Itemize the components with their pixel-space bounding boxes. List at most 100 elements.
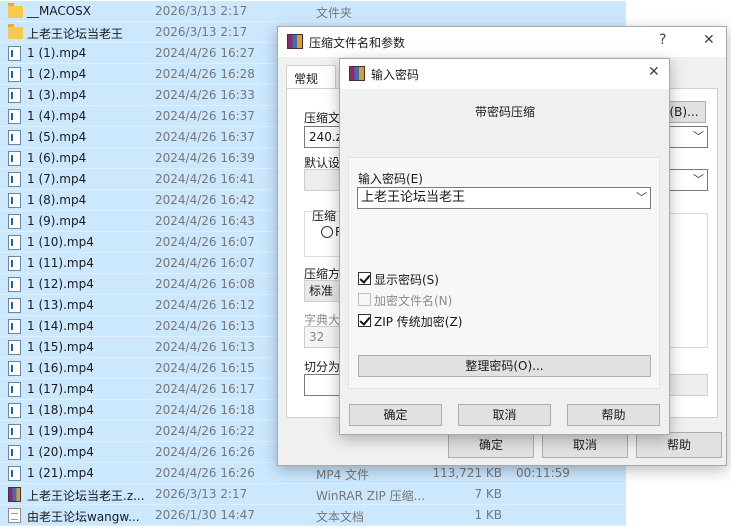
video-icon [8,424,21,439]
password-ok-button[interactable]: 确定 [349,404,442,426]
file-date: 2024/4/26 16:39 [155,151,255,165]
organize-passwords-button[interactable]: 整理密码(O)... [358,355,651,377]
file-type: MP4 文件 [316,468,370,482]
show-password-checkbox[interactable] [358,272,371,285]
video-icon [8,340,21,355]
split-size-input[interactable] [304,374,344,396]
zip-legacy-checkbox[interactable] [358,314,371,327]
video-icon [8,361,21,376]
file-name: 1 (18).mp4 [27,403,94,417]
file-date: 2024/4/26 16:26 [155,466,255,480]
file-name: 上老王论坛当老王 [27,27,124,41]
file-row[interactable]: __MACOSX 2026/3/13 2:17 文件夹 [0,1,626,22]
password-help-button[interactable]: 帮助 [567,404,660,426]
file-name: 1 (12).mp4 [27,277,94,291]
video-icon [8,67,21,82]
chevron-down-icon: ﹀ [636,191,647,204]
dict-size-dropdown[interactable]: 32 [304,326,344,348]
archive-name-dropdown[interactable]: ﹀ [668,126,708,148]
file-name: 上老王论坛当老王.z... [27,489,145,503]
file-row[interactable]: 由老王论坛wangw... 2026/1/30 14:47 文本文档 1 KB [0,505,626,526]
file-date: 2024/4/26 16:07 [155,256,255,270]
archive-dialog-titlebar: 压缩文件名和参数 ? ✕ [278,27,726,57]
password-input[interactable]: 上老王论坛当老王 ﹀ [357,187,651,209]
video-icon [8,445,21,460]
archive-icon [8,487,21,502]
file-date: 2026/3/13 2:17 [155,487,248,501]
file-size: 113,721 KB [432,466,502,480]
file-date: 2024/4/26 16:13 [155,319,255,333]
video-icon [8,277,21,292]
close-icon[interactable]: ✕ [648,64,660,80]
tab-general[interactable]: 常规 [286,65,336,89]
file-name: 1 (6).mp4 [27,151,87,165]
file-date: 2024/4/26 16:18 [155,403,255,417]
video-icon [8,298,21,313]
password-value: 上老王论坛当老王 [361,190,466,205]
file-date: 2024/4/26 16:43 [155,214,255,228]
video-icon [8,403,21,418]
video-icon [8,151,21,166]
video-icon [8,46,21,61]
file-name: 1 (3).mp4 [27,88,87,102]
archive-name-field[interactable]: 240.zip [304,126,344,148]
profiles-button[interactable] [304,169,344,191]
set-password-button[interactable] [668,374,708,396]
password-dialog-heading: 带密码压缩 [475,105,536,119]
text-icon [8,508,21,523]
file-name: 1 (13).mp4 [27,298,94,312]
password-dialog-title: 输入密码 [371,68,420,82]
file-date: 2024/4/26 16:28 [155,67,255,81]
password-cancel-button[interactable]: 取消 [458,404,551,426]
file-date: 2024/4/26 16:42 [155,193,255,207]
archive-cancel-button[interactable]: 取消 [542,432,628,458]
winrar-icon [349,66,365,81]
file-name: 1 (15).mp4 [27,340,94,354]
update-mode-dropdown[interactable]: ﹀ [668,169,708,191]
method-dropdown[interactable]: 标准 [304,280,344,302]
file-date: 2024/4/26 16:33 [155,88,255,102]
chevron-down-icon: ﹀ [693,130,704,143]
file-date: 2024/4/26 16:37 [155,130,255,144]
file-name: 1 (2).mp4 [27,67,87,81]
file-name: 1 (4).mp4 [27,109,87,123]
file-name: 1 (1).mp4 [27,46,87,60]
file-name: 1 (8).mp4 [27,193,87,207]
encrypt-filenames-label: 加密文件名(N) [374,294,453,308]
file-name: 1 (14).mp4 [27,319,94,333]
video-icon [8,466,21,481]
file-date: 2024/4/26 16:26 [155,445,255,459]
video-icon [8,172,21,187]
file-date: 2024/4/26 16:22 [155,424,255,438]
archive-dialog-title: 压缩文件名和参数 [309,36,406,50]
close-icon[interactable]: ✕ [703,32,715,48]
video-icon [8,382,21,397]
file-name: 1 (19).mp4 [27,424,94,438]
file-date: 2024/4/26 16:15 [155,361,255,375]
file-duration: 00:11:59 [516,466,570,480]
archive-help-button[interactable]: 帮助 [636,432,722,458]
file-name: 1 (5).mp4 [27,130,87,144]
file-date: 2026/1/30 14:47 [155,508,255,522]
options-group [668,213,708,348]
file-name: 由老王论坛wangw... [27,510,140,524]
folder-icon [8,3,23,18]
file-name: 1 (11).mp4 [27,256,94,270]
file-name: 1 (21).mp4 [27,466,94,480]
folder-icon [8,24,23,39]
file-name: 1 (16).mp4 [27,361,94,375]
file-row[interactable]: 1 (21).mp4 2024/4/26 16:26 MP4 文件 113,721 K… [0,463,626,484]
format-radio[interactable] [321,226,333,238]
file-date: 2024/4/26 16:13 [155,340,255,354]
encrypt-filenames-checkbox[interactable] [358,293,371,306]
file-type: 文件夹 [316,6,353,20]
password-dialog: 输入密码 ✕ 带密码压缩 输入密码(E) 上老王论坛当老王 ﹀ 显示密码(S) … [339,58,670,435]
video-icon [8,193,21,208]
zip-legacy-label: ZIP 传统加密(Z) [374,315,463,329]
video-icon [8,319,21,334]
video-icon [8,109,21,124]
archive-ok-button[interactable]: 确定 [448,432,534,458]
show-password-label: 显示密码(S) [374,273,439,287]
help-icon[interactable]: ? [659,32,666,48]
file-row[interactable]: 上老王论坛当老王.z... 2026/3/13 2:17 WinRAR ZIP 压缩… [0,484,626,505]
